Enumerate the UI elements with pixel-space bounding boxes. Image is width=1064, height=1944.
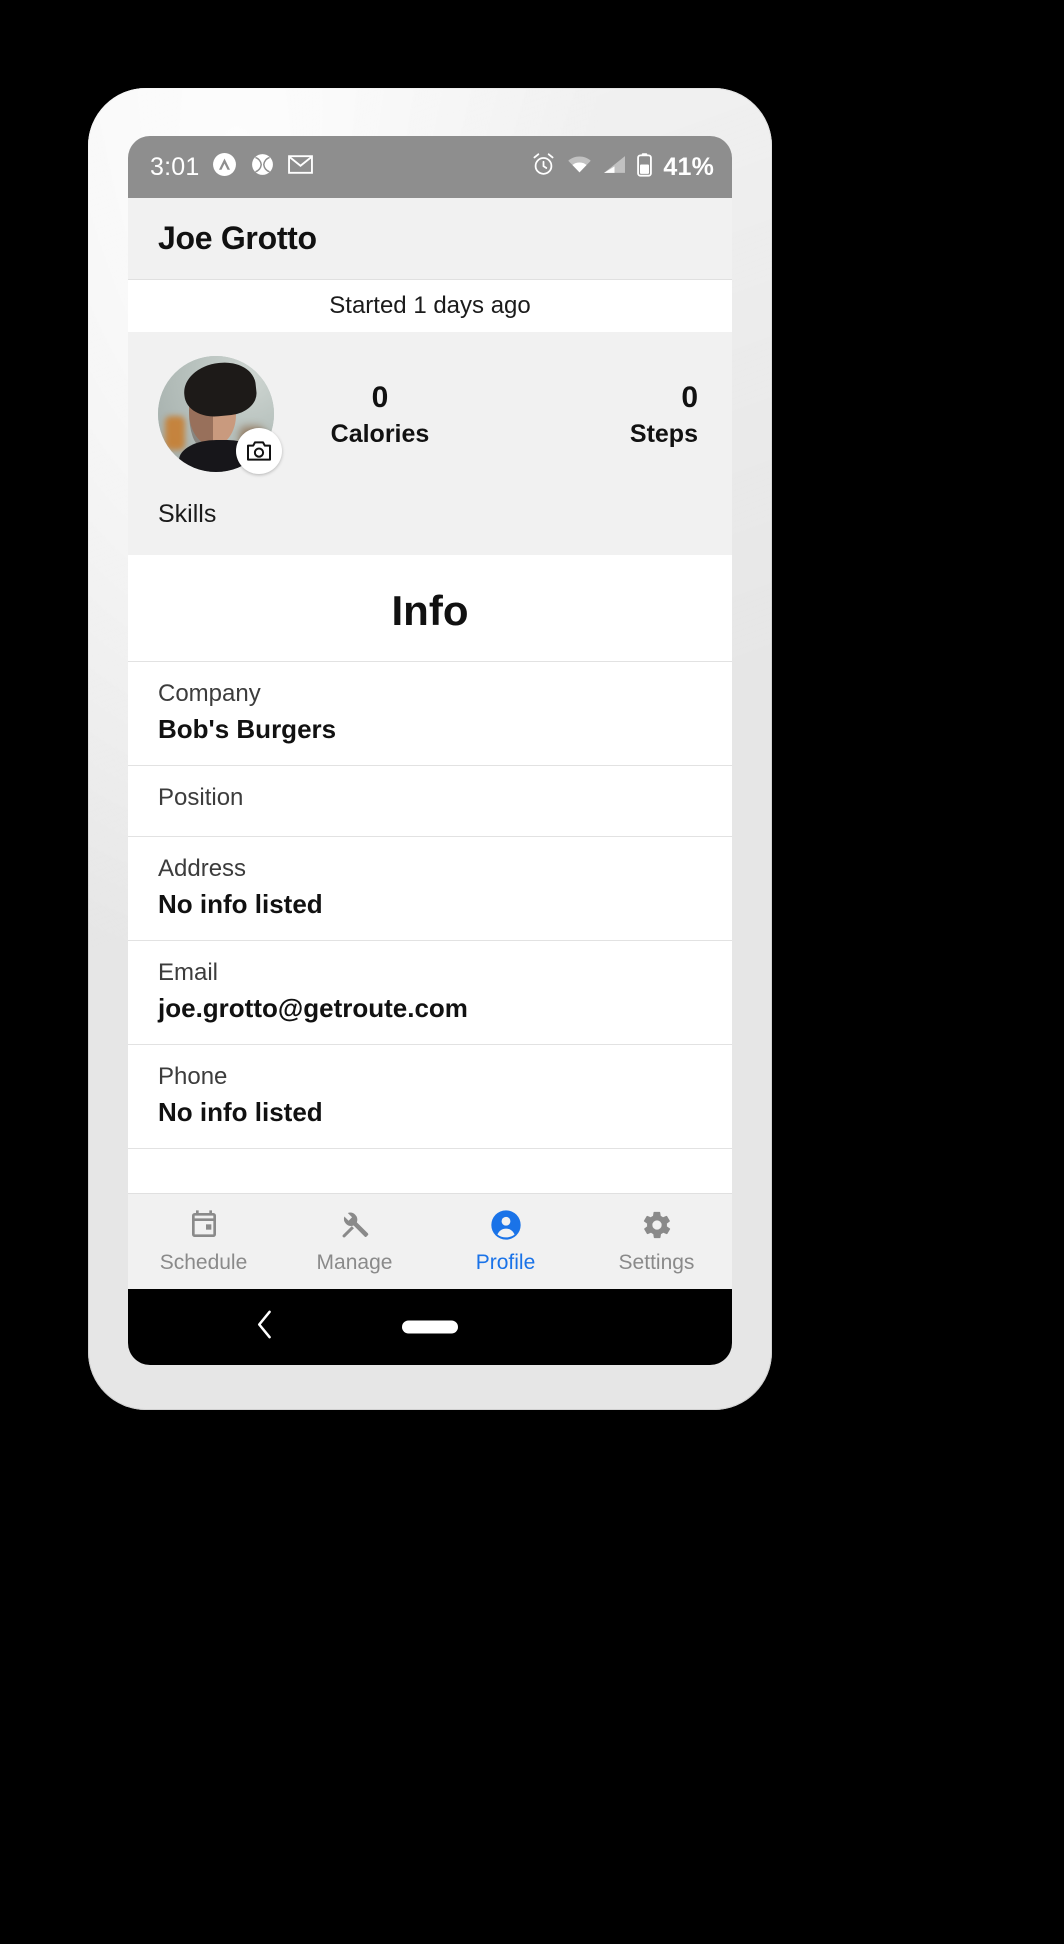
nav-item-profile[interactable]: Profile	[430, 1209, 581, 1275]
baseball-icon	[250, 152, 275, 182]
nav-item-manage-label: Manage	[316, 1250, 393, 1274]
cell-signal-icon	[603, 155, 626, 179]
calendar-icon	[188, 1209, 220, 1246]
page-title: Joe Grotto	[158, 220, 317, 256]
nav-item-profile-label: Profile	[475, 1250, 536, 1274]
info-section: Info Company Bob's Burgers Position Addr…	[128, 555, 732, 1193]
battery-percent-label: 41%	[663, 152, 714, 181]
stat-steps: 0 Steps	[486, 379, 698, 450]
tools-icon	[339, 1209, 371, 1246]
info-field-label: Position	[158, 784, 244, 811]
nordvpn-icon	[212, 152, 237, 182]
skills-label: Skills	[158, 500, 217, 528]
avatar-with-camera[interactable]	[158, 356, 282, 474]
profile-summary-block: 0 Calories 0 Steps Skills	[128, 332, 732, 555]
stat-calories-label: Calories	[330, 420, 430, 449]
back-icon[interactable]	[253, 1310, 277, 1345]
stat-steps-label: Steps	[629, 420, 698, 449]
stat-calories: 0 Calories	[274, 379, 486, 450]
phone-screen: 3:01 41% Joe Grotto Started 1 days ago 0…	[128, 136, 732, 1365]
info-field-position[interactable]: Position	[128, 765, 732, 836]
info-field-label: Address	[158, 855, 247, 882]
info-field-label: Phone	[158, 1063, 228, 1090]
started-banner: Started 1 days ago	[128, 280, 732, 332]
home-gesture-pill[interactable]	[402, 1320, 458, 1334]
android-navigation-bar	[128, 1289, 732, 1365]
person-icon	[490, 1209, 522, 1246]
info-section-title: Info	[391, 587, 469, 634]
info-field-company[interactable]: Company Bob's Burgers	[128, 661, 732, 765]
stat-calories-value: 0	[371, 380, 389, 414]
info-field-address[interactable]: Address No info listed	[128, 836, 732, 940]
info-list-empty-row	[128, 1148, 732, 1193]
status-bar-left: 3:01	[150, 152, 314, 182]
battery-icon	[637, 152, 653, 182]
stats-row: 0 Calories 0 Steps	[128, 356, 732, 474]
gmail-icon	[288, 155, 314, 179]
alarm-icon	[531, 152, 556, 182]
screenshot-canvas: 3:01 41% Joe Grotto Started 1 days ago 0…	[0, 0, 1064, 1944]
info-field-value: No info listed	[158, 889, 323, 919]
info-field-value	[158, 812, 702, 816]
info-field-value: joe.grotto@getroute.com	[158, 993, 468, 1023]
nav-item-schedule[interactable]: Schedule	[128, 1209, 279, 1275]
app-bar: Joe Grotto	[128, 198, 732, 280]
nav-item-settings[interactable]: Settings	[581, 1209, 732, 1275]
stat-steps-value: 0	[681, 380, 698, 414]
status-bar: 3:01 41%	[128, 136, 732, 198]
info-field-email[interactable]: Email joe.grotto@getroute.com	[128, 940, 732, 1044]
gear-icon	[641, 1209, 673, 1246]
info-field-label: Company	[158, 680, 261, 707]
info-field-label: Email	[158, 959, 219, 986]
camera-icon[interactable]	[236, 428, 282, 474]
info-field-value: Bob's Burgers	[158, 714, 337, 744]
status-bar-clock: 3:01	[150, 152, 200, 181]
info-field-phone[interactable]: Phone No info listed	[128, 1044, 732, 1148]
nav-item-manage[interactable]: Manage	[279, 1209, 430, 1275]
info-field-value: No info listed	[158, 1097, 323, 1127]
nav-item-settings-label: Settings	[618, 1250, 695, 1274]
bottom-navigation-bar: Schedule Manage Profile Settings	[128, 1193, 732, 1289]
status-bar-right: 41%	[531, 152, 714, 182]
started-banner-text: Started 1 days ago	[329, 292, 531, 319]
wifi-icon	[567, 155, 592, 179]
nav-item-schedule-label: Schedule	[159, 1250, 248, 1274]
